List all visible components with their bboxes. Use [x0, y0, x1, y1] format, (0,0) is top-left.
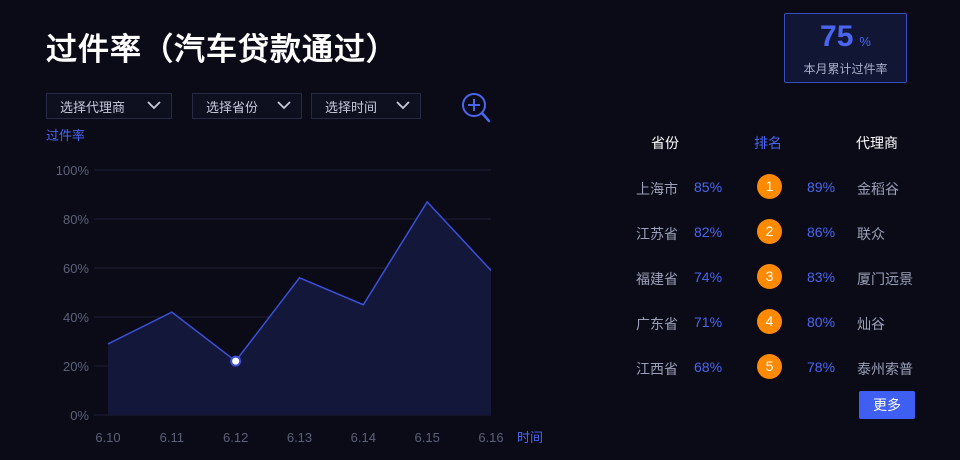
chevron-down-icon: [396, 101, 410, 110]
province-rate: 68%: [694, 359, 723, 375]
y-tick-label: 40%: [63, 310, 89, 325]
agent-filter-label: 选择代理商: [60, 99, 126, 115]
ranking-row: 广东省 71% 4 80% 灿谷: [620, 309, 940, 339]
agent-name: 厦门远景: [857, 271, 913, 287]
agent-name: 灿谷: [857, 316, 885, 332]
table-header-province: 省份: [651, 135, 679, 151]
province-name: 江西省: [636, 361, 678, 377]
ranking-row: 上海市 85% 1 89% 金稻谷: [620, 174, 940, 204]
agent-name: 联众: [857, 226, 885, 242]
province-name: 广东省: [636, 316, 678, 332]
y-axis-label: 过件率: [46, 128, 85, 143]
x-tick-label: 6.14: [351, 430, 376, 445]
rank-badge: 3: [757, 264, 782, 289]
province-rate: 74%: [694, 269, 723, 285]
province-filter-select[interactable]: 选择省份: [192, 93, 302, 119]
x-tick-label: 6.16: [478, 430, 503, 445]
chevron-down-icon: [147, 101, 161, 110]
ranking-row: 江西省 68% 5 78% 泰州索普: [620, 354, 940, 384]
agent-rate: 83%: [807, 269, 836, 285]
ranking-row: 江苏省 82% 2 86% 联众: [620, 219, 940, 249]
time-filter-select[interactable]: 选择时间: [311, 93, 421, 119]
agent-filter-select[interactable]: 选择代理商: [46, 93, 172, 119]
y-tick-label: 60%: [63, 261, 89, 276]
kpi-label: 本月累计过件率: [803, 62, 888, 76]
pass-rate-chart: 过件率 0% 20% 40% 60% 80% 100% 6.10 6.11 6.12 6.13 6.1…: [0, 120, 560, 460]
rank-badge: 5: [757, 354, 782, 379]
province-rate: 82%: [694, 224, 723, 240]
chevron-down-icon: [277, 101, 291, 110]
agent-name: 泰州索普: [857, 361, 913, 377]
province-name: 上海市: [636, 181, 678, 197]
province-name: 江苏省: [636, 226, 678, 242]
x-tick-label: 6.10: [95, 430, 120, 445]
agent-rate: 78%: [807, 359, 836, 375]
province-filter-label: 选择省份: [206, 99, 259, 115]
ranking-row: 福建省 74% 3 83% 厦门远景: [620, 264, 940, 294]
province-name: 福建省: [636, 271, 678, 287]
x-axis-label: 时间: [517, 430, 543, 445]
series-area: [108, 201, 491, 415]
x-tick-label: 6.13: [287, 430, 312, 445]
agent-rate: 86%: [807, 224, 836, 240]
x-tick-label: 6.15: [415, 430, 440, 445]
y-tick-label: 0%: [70, 408, 89, 423]
table-header-rank: 排名: [754, 135, 782, 151]
y-tick-label: 20%: [63, 359, 89, 374]
kpi-unit: %: [859, 34, 871, 49]
y-tick-label: 100%: [56, 163, 90, 178]
agent-name: 金稻谷: [857, 181, 899, 197]
more-button[interactable]: 更多: [859, 391, 915, 419]
page-title: 过件率（汽车贷款通过）: [46, 32, 398, 67]
y-tick-label: 80%: [63, 212, 89, 227]
rank-badge: 4: [757, 309, 782, 334]
table-header-agent: 代理商: [856, 135, 898, 151]
province-rate: 85%: [694, 179, 723, 195]
agent-rate: 89%: [807, 179, 836, 195]
x-tick-label: 6.12: [223, 430, 248, 445]
rank-badge: 2: [757, 219, 782, 244]
kpi-value: 75%: [820, 20, 871, 53]
data-point-highlight: [230, 355, 242, 367]
chart-canvas: 过件率 0% 20% 40% 60% 80% 100% 6.10 6.11 6.12 6.13 6.1…: [46, 128, 543, 445]
kpi-card: 75% 本月累计过件率: [784, 13, 907, 83]
x-tick-label: 6.11: [160, 430, 184, 445]
agent-rate: 80%: [807, 314, 836, 330]
province-rate: 71%: [694, 314, 723, 330]
rank-badge: 1: [757, 174, 782, 199]
time-filter-label: 选择时间: [325, 99, 378, 115]
